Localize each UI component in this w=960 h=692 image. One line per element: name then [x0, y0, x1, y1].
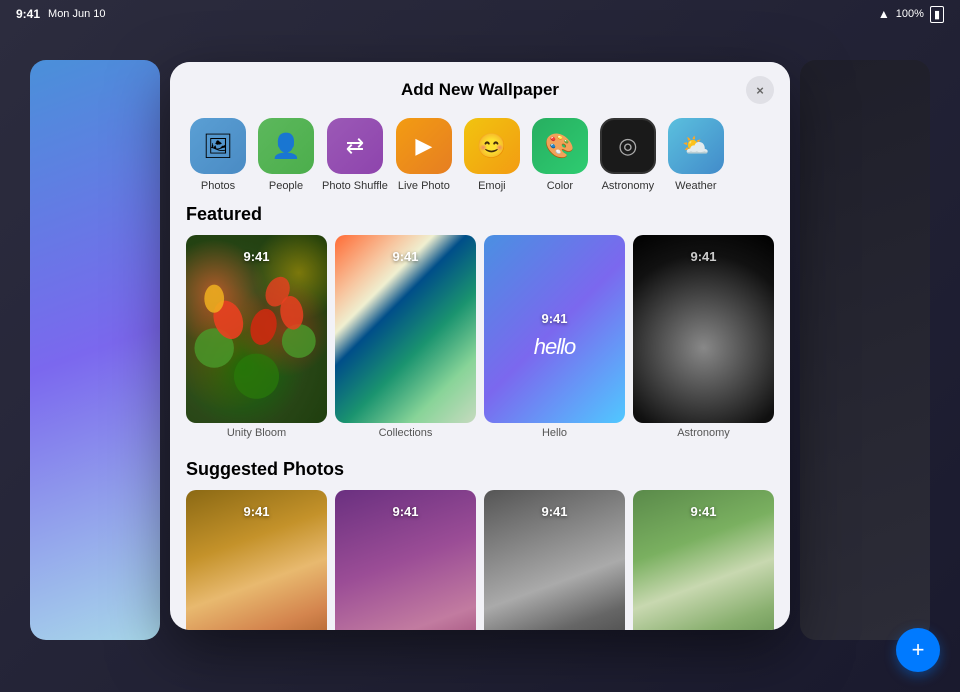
people-icon-circle: 👤 — [258, 118, 314, 174]
unity-bloom-label: Unity Bloom — [186, 427, 327, 439]
wifi-icon: ▲ — [878, 7, 890, 21]
suggested-photos-title: Suggested Photos — [186, 459, 774, 480]
emoji-icon-circle: 😊 — [464, 118, 520, 174]
photo2-thumb[interactable]: 9:41 — [335, 490, 476, 630]
featured-section: Featured — [186, 204, 774, 439]
status-date: Mon Jun 10 — [48, 8, 105, 20]
color-label: Color — [547, 180, 573, 192]
left-wallpaper-preview[interactable] — [30, 60, 160, 640]
status-time: 9:41 — [16, 7, 40, 21]
photos-icon: 🖼 — [203, 132, 233, 161]
hello-label: Hello — [484, 427, 625, 439]
plus-icon: + — [912, 637, 925, 663]
add-wallpaper-plus-button[interactable]: + — [896, 628, 940, 672]
photo4-time: 9:41 — [690, 504, 716, 519]
type-icon-astronomy[interactable]: ◎ Astronomy — [596, 118, 660, 192]
type-icon-weather[interactable]: ⛅ Weather — [664, 118, 728, 192]
weather-label: Weather — [675, 180, 716, 192]
unity-bloom-time: 9:41 — [243, 249, 269, 264]
type-icon-color[interactable]: 🎨 Color — [528, 118, 592, 192]
live-icon-circle: ▶ — [396, 118, 452, 174]
photo3-time: 9:41 — [541, 504, 567, 519]
shuffle-label: Photo Shuffle — [322, 180, 388, 192]
suggested-photo-1[interactable]: 9:41 — [186, 490, 327, 630]
emoji-icon: 😊 — [477, 132, 507, 161]
type-icon-live-photo[interactable]: ▶ Live Photo — [392, 118, 456, 192]
suggested-photo-2[interactable]: 9:41 — [335, 490, 476, 630]
type-icon-emoji[interactable]: 😊 Emoji — [460, 118, 524, 192]
collections-time: 9:41 — [392, 249, 418, 264]
modal-scroll-content[interactable]: Featured — [170, 204, 790, 630]
shuffle-icon-circle: ⇄ — [327, 118, 383, 174]
astronomy-label: Astronomy — [602, 180, 655, 192]
hello-time: 9:41 — [541, 311, 567, 326]
people-label: People — [269, 180, 303, 192]
suggested-photos-grid: 9:41 9:41 9:41 — [186, 490, 774, 630]
modal-header: Add New Wallpaper × — [170, 62, 790, 110]
color-icon-circle: 🎨 — [532, 118, 588, 174]
featured-grid: 9:41 Unity Bloom 9:41 Collections — [186, 235, 774, 439]
close-icon: × — [756, 83, 764, 98]
astronomy-thumb[interactable]: 9:41 — [633, 235, 774, 423]
battery-icon: ▮ — [930, 6, 944, 23]
photo1-thumb[interactable]: 9:41 — [186, 490, 327, 630]
astronomy-thumb-label: Astronomy — [633, 427, 774, 439]
battery-level: 100% — [896, 8, 924, 20]
astronomy-icon-circle: ◎ — [600, 118, 656, 174]
featured-item-astronomy[interactable]: 9:41 Astronomy — [633, 235, 774, 439]
people-icon: 👤 — [271, 132, 301, 161]
status-bar: 9:41 Mon Jun 10 ▲ 100% ▮ — [0, 0, 960, 28]
unity-bloom-thumb[interactable]: 9:41 — [186, 235, 327, 423]
type-icon-photo-shuffle[interactable]: ⇄ Photo Shuffle — [322, 118, 388, 192]
photos-label: Photos — [201, 180, 235, 192]
color-icon: 🎨 — [545, 132, 575, 161]
suggested-photos-section: Suggested Photos 9:41 9:41 — [186, 459, 774, 630]
featured-item-hello[interactable]: 9:41 hello Hello — [484, 235, 625, 439]
featured-item-unity-bloom[interactable]: 9:41 Unity Bloom — [186, 235, 327, 439]
type-icon-people[interactable]: 👤 People — [254, 118, 318, 192]
hello-thumb[interactable]: 9:41 hello — [484, 235, 625, 423]
photo4-thumb[interactable]: 9:41 — [633, 490, 774, 630]
photos-icon-circle: 🖼 — [190, 118, 246, 174]
type-icon-photos[interactable]: 🖼 Photos — [186, 118, 250, 192]
photo3-thumb[interactable]: 9:41 — [484, 490, 625, 630]
live-photo-icon: ▶ — [415, 133, 432, 159]
featured-title: Featured — [186, 204, 774, 225]
status-right: ▲ 100% ▮ — [878, 6, 944, 23]
suggested-photo-3[interactable]: 9:41 — [484, 490, 625, 630]
hello-text: hello — [534, 334, 575, 360]
photo2-time: 9:41 — [392, 504, 418, 519]
weather-icon-circle: ⛅ — [668, 118, 724, 174]
photo1-time: 9:41 — [243, 504, 269, 519]
wallpaper-type-icons-row: 🖼 Photos 👤 People ⇄ Photo Shuffle ▶ Live… — [170, 110, 790, 204]
collections-label: Collections — [335, 427, 476, 439]
suggested-photo-4[interactable]: 9:41 — [633, 490, 774, 630]
add-wallpaper-modal: Add New Wallpaper × 🖼 Photos 👤 People ⇄ … — [170, 62, 790, 630]
modal-close-button[interactable]: × — [746, 76, 774, 104]
astronomy-time: 9:41 — [690, 249, 716, 264]
weather-icon: ⛅ — [682, 133, 709, 159]
shuffle-icon: ⇄ — [346, 133, 364, 159]
live-photo-label: Live Photo — [398, 180, 450, 192]
emoji-label: Emoji — [478, 180, 506, 192]
collections-thumb[interactable]: 9:41 — [335, 235, 476, 423]
featured-item-collections[interactable]: 9:41 Collections — [335, 235, 476, 439]
modal-title: Add New Wallpaper — [401, 80, 559, 100]
right-wallpaper-preview[interactable] — [800, 60, 930, 640]
astronomy-icon: ◎ — [618, 133, 637, 159]
